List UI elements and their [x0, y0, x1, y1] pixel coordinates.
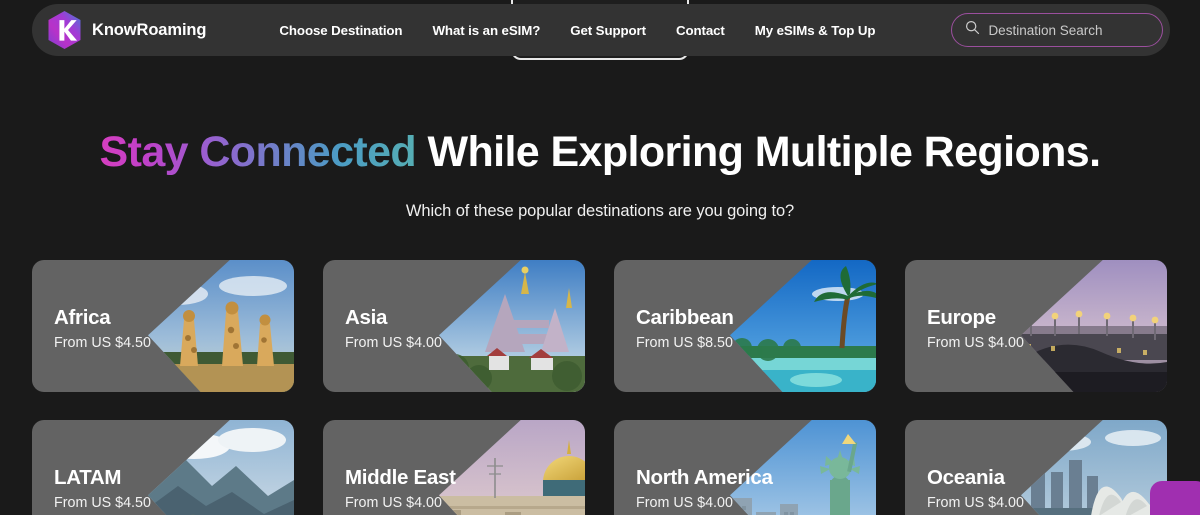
palm-tree-beach-photo [730, 260, 876, 392]
destination-name: Oceania [927, 466, 1005, 489]
destination-name: Middle East [345, 466, 456, 489]
destination-card-africa[interactable]: Africa From US $4.50 [32, 260, 294, 392]
main-navigation: Choose Destination What is an eSIM? Get … [279, 23, 875, 38]
nav-item-my-esims-and-top-up[interactable]: My eSIMs & Top Up [755, 23, 876, 38]
knowroaming-hexagon-k-logo-icon [46, 10, 83, 50]
page-title: Stay Connected While Exploring Multiple … [0, 128, 1200, 176]
destination-search-input[interactable] [988, 22, 1166, 38]
destination-search-box[interactable] [951, 13, 1166, 47]
nav-item-contact[interactable]: Contact [676, 23, 725, 38]
destination-price: From US $4.50 [54, 335, 151, 351]
destination-name: Caribbean [636, 306, 734, 329]
card-text-block: Caribbean From US $8.50 [636, 306, 734, 351]
destination-name: Africa [54, 306, 111, 329]
card-text-block: LATAM From US $4.50 [54, 466, 151, 511]
page-title-gradient-text: Stay Connected [99, 128, 417, 176]
card-text-block: Europe From US $4.00 [927, 306, 1024, 351]
destination-card-north-america[interactable]: North America From US $4.00 [614, 420, 876, 515]
destination-price: From US $4.00 [927, 335, 1024, 351]
destination-card-caribbean[interactable]: Caribbean From US $8.50 [614, 260, 876, 392]
machu-picchu-mountains-photo [148, 420, 294, 515]
destination-price: From US $4.00 [345, 335, 442, 351]
paris-bridge-dusk-photo [1021, 260, 1167, 392]
destinations-grid: Africa From US $4.50 Asia From US $4.00 … [32, 260, 1172, 515]
search-icon [965, 20, 980, 40]
destination-card-oceania[interactable]: Oceania From US $4.00 [905, 420, 1167, 515]
hero-section: Stay Connected While Exploring Multiple … [0, 128, 1200, 221]
card-text-block: Africa From US $4.50 [54, 306, 151, 351]
page-title-plain-text: While Exploring Multiple Regions. [416, 128, 1101, 176]
brand-logo-link[interactable]: KnowRoaming [46, 10, 207, 50]
brand-name: KnowRoaming [92, 20, 207, 39]
destination-price: From US $4.00 [927, 495, 1024, 511]
destination-price: From US $4.00 [636, 495, 733, 511]
card-text-block: Oceania From US $4.00 [927, 466, 1024, 511]
hero-subtitle: Which of these popular destinations are … [405, 202, 795, 221]
card-text-block: Middle East From US $4.00 [345, 466, 456, 511]
destination-name: North America [636, 466, 773, 489]
site-header: KnowRoaming Choose Destination What is a… [32, 4, 1170, 56]
destination-price: From US $8.50 [636, 335, 733, 351]
nav-item-what-is-an-esim[interactable]: What is an eSIM? [432, 23, 540, 38]
destination-price: From US $4.50 [54, 495, 151, 511]
sydney-opera-house-photo [1021, 420, 1167, 515]
destination-price: From US $4.00 [345, 495, 442, 511]
destination-name: LATAM [54, 466, 122, 489]
destination-card-asia[interactable]: Asia From US $4.00 [323, 260, 585, 392]
destination-card-europe[interactable]: Europe From US $4.00 [905, 260, 1167, 392]
jerusalem-dome-of-the-rock-photo [439, 420, 585, 515]
card-text-block: Asia From US $4.00 [345, 306, 442, 351]
destination-card-middle-east[interactable]: Middle East From US $4.00 [323, 420, 585, 515]
thai-temple-pagodas-photo [439, 260, 585, 392]
destination-name: Europe [927, 306, 996, 329]
chat-bubble-icon[interactable] [1150, 481, 1200, 515]
card-text-block: North America From US $4.00 [636, 466, 773, 511]
nav-item-choose-destination[interactable]: Choose Destination [279, 23, 402, 38]
nav-item-get-support[interactable]: Get Support [570, 23, 646, 38]
destination-card-latam[interactable]: LATAM From US $4.50 [32, 420, 294, 515]
destination-name: Asia [345, 306, 388, 329]
giraffes-savanna-photo [148, 260, 294, 392]
